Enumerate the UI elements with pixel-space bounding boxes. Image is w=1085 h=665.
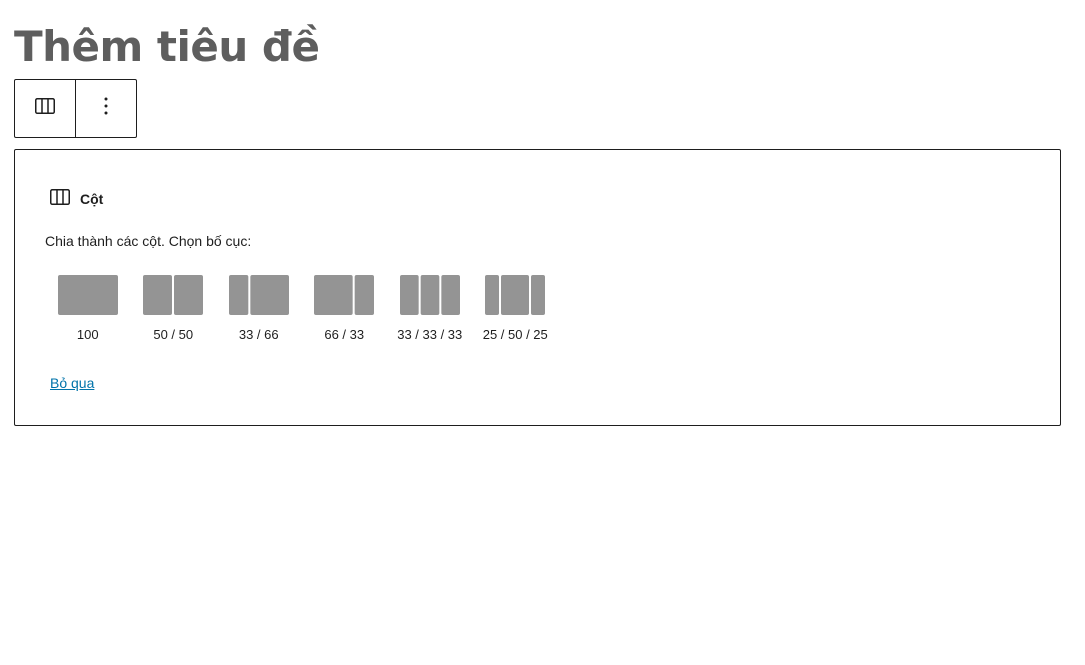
layout-preview-icon <box>228 275 289 315</box>
variation-picker: 100 50 / 50 33 / 66 66 / 33 33 / 33 / 33 25 /… <box>45 275 558 342</box>
variation-label: 100 <box>76 327 99 342</box>
variation-button[interactable]: 100 <box>45 275 131 342</box>
layout-column-shape <box>143 275 173 315</box>
variation-button[interactable]: 33 / 66 <box>216 275 302 342</box>
more-vertical-icon <box>94 94 118 123</box>
variation-label: 33 / 66 <box>238 327 279 342</box>
placeholder-label-text: Cột <box>80 190 104 207</box>
variation-label: 25 / 50 / 25 <box>482 327 548 342</box>
variation-button[interactable]: 33 / 33 / 33 <box>387 275 473 342</box>
layout-column-shape <box>501 275 530 315</box>
layout-column-shape <box>531 275 546 315</box>
layout-column-shape <box>174 275 204 315</box>
layout-column-shape <box>399 275 419 315</box>
variation-label: 50 / 50 <box>153 327 194 342</box>
layout-column-shape <box>420 275 440 315</box>
variation-label: 33 / 33 / 33 <box>397 327 463 342</box>
layout-preview-icon <box>399 275 460 315</box>
block-options-button[interactable] <box>76 80 136 137</box>
block-type-button[interactable] <box>15 80 76 137</box>
layout-column-shape <box>354 275 375 315</box>
placeholder-label: Cột <box>48 185 103 212</box>
post-title[interactable]: Thêm tiêu đề <box>14 18 320 76</box>
layout-column-shape <box>250 275 289 315</box>
editor-canvas: Thêm tiêu đề Cột Chia thành các cột. Chọ… <box>0 0 1085 665</box>
columns-icon <box>33 94 57 123</box>
block-toolbar <box>14 79 137 138</box>
layout-column-shape <box>228 275 249 315</box>
layout-preview-icon <box>314 275 375 315</box>
layout-preview-icon <box>57 275 118 315</box>
columns-placeholder: Cột Chia thành các cột. Chọn bố cục: 100… <box>14 149 1061 426</box>
layout-column-shape <box>485 275 500 315</box>
columns-icon <box>48 185 72 212</box>
variation-button[interactable]: 66 / 33 <box>302 275 388 342</box>
layout-column-shape <box>57 275 118 315</box>
variation-label: 66 / 33 <box>324 327 365 342</box>
variation-button[interactable]: 25 / 50 / 25 <box>473 275 559 342</box>
layout-column-shape <box>314 275 353 315</box>
layout-preview-icon <box>143 275 204 315</box>
skip-button[interactable]: Bỏ qua <box>50 375 94 391</box>
layout-column-shape <box>441 275 460 315</box>
layout-preview-icon <box>485 275 546 315</box>
placeholder-instructions: Chia thành các cột. Chọn bố cục: <box>45 233 252 249</box>
variation-button[interactable]: 50 / 50 <box>131 275 217 342</box>
